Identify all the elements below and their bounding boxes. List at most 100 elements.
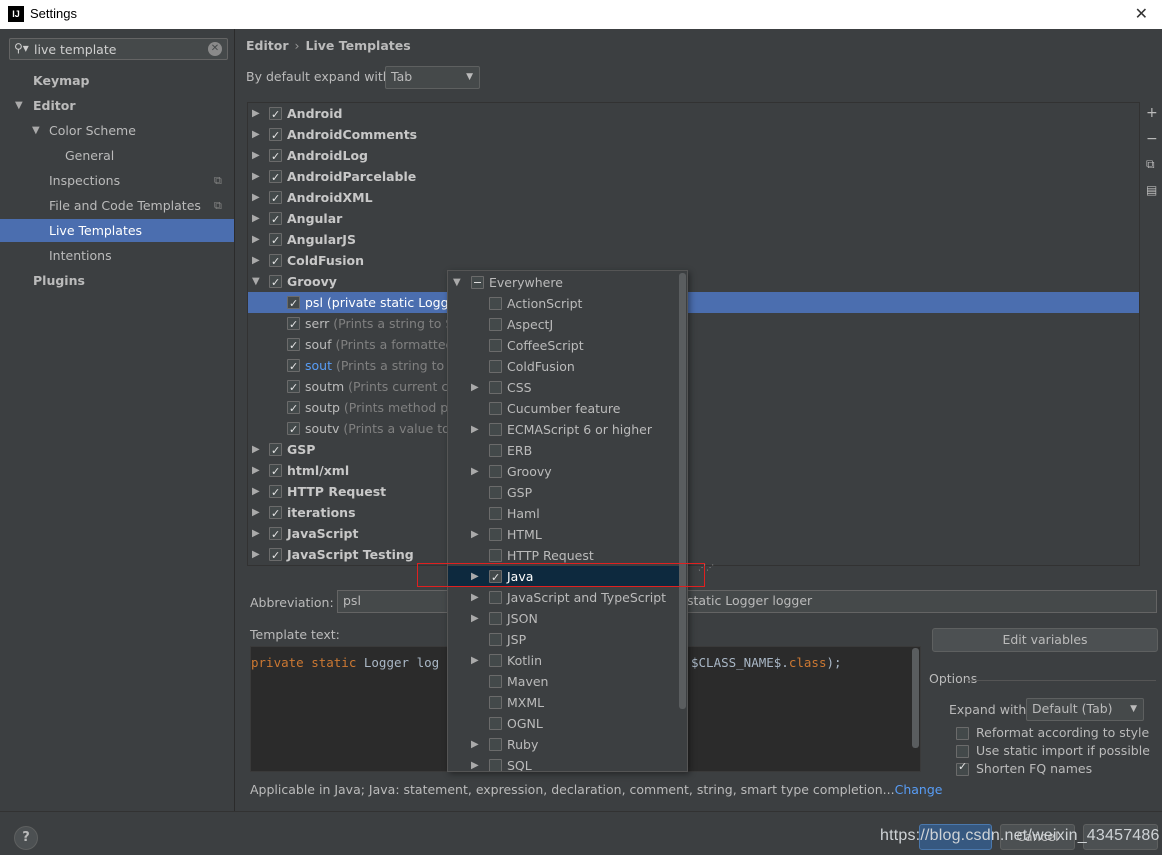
collapsed-arrow-icon[interactable]: ▶ [252,502,260,523]
clear-search-icon[interactable]: ✕ [208,42,222,56]
context-checkbox[interactable] [489,738,502,751]
popup-scrollbar[interactable] [679,273,686,709]
sidebar-item-file-code-templates[interactable]: File and Code Templates ⧉ [0,194,234,217]
template-checkbox[interactable] [287,356,300,377]
template-row[interactable]: soutp (Prints method par [248,397,1128,419]
breadcrumb-parent[interactable]: Editor [246,38,289,53]
context-item[interactable]: ▶ ECMAScript 6 or higher [448,419,680,440]
tree-group-row[interactable]: ▶iterations [248,502,1128,524]
group-checkbox[interactable] [269,146,282,167]
collapsed-arrow-icon[interactable]: ▶ [252,250,260,271]
group-checkbox[interactable] [269,440,282,461]
context-item[interactable]: AspectJ [448,314,680,335]
expanded-arrow-icon[interactable]: ▼ [252,271,260,292]
context-checkbox[interactable] [489,612,502,625]
collapsed-arrow-icon[interactable]: ▶ [252,166,260,187]
context-checkbox[interactable] [489,486,502,499]
change-contexts-link[interactable]: Change [895,782,943,797]
settings-search-input[interactable] [34,40,204,58]
context-item[interactable]: Maven [448,671,680,692]
context-item[interactable]: JSP [448,629,680,650]
tree-group-row[interactable]: ▶JavaScript [248,523,1128,545]
context-item[interactable]: Haml [448,503,680,524]
copy-icon[interactable]: ⧉ [1146,157,1155,172]
context-checkbox[interactable] [489,654,502,667]
sidebar-item-editor[interactable]: ▼ Editor [0,94,234,117]
template-checkbox[interactable] [287,293,300,314]
sidebar-item-intentions[interactable]: Intentions [0,244,234,267]
template-checkbox[interactable] [287,314,300,335]
context-item[interactable]: MXML [448,692,680,713]
expanded-arrow-icon[interactable]: ▼ [453,272,461,293]
context-checkbox[interactable] [489,465,502,478]
collapsed-arrow-icon[interactable]: ▶ [252,523,260,544]
tree-group-row[interactable]: ▶AndroidParcelable [248,166,1128,188]
tree-group-row[interactable]: ▶Android [248,103,1128,125]
context-item[interactable]: ▼ Everywhere [448,272,680,293]
context-item[interactable]: CoffeeScript [448,335,680,356]
group-checkbox[interactable] [269,482,282,503]
shorten-fq-checkbox[interactable] [956,760,969,776]
collapsed-arrow-icon[interactable]: ▶ [252,208,260,229]
tree-group-row[interactable]: ▶AndroidComments [248,124,1128,146]
default-expand-select[interactable]: Tab ▼ [385,66,480,89]
collapsed-arrow-icon[interactable]: ▶ [252,481,260,502]
collapsed-arrow-icon[interactable]: ▶ [471,650,479,671]
collapsed-arrow-icon[interactable]: ▶ [471,734,479,755]
tree-group-row[interactable]: ▶AndroidXML [248,187,1128,209]
expanded-arrow-icon[interactable]: ▼ [32,119,40,142]
context-checkbox[interactable] [489,318,502,331]
sidebar-item-inspections[interactable]: Inspections ⧉ [0,169,234,192]
context-checkbox[interactable] [471,276,484,289]
context-item[interactable]: ▶ JavaScript and TypeScript [448,587,680,608]
group-icon[interactable]: ▤ [1146,183,1157,197]
template-checkbox[interactable] [287,419,300,440]
tree-group-row[interactable]: ▶GSP [248,439,1128,461]
collapsed-arrow-icon[interactable]: ▶ [471,524,479,545]
sidebar-item-general[interactable]: General [0,144,234,167]
collapsed-arrow-icon[interactable]: ▶ [252,544,260,565]
context-item[interactable]: ▶ SQL [448,755,680,771]
context-checkbox[interactable] [489,549,502,562]
sidebar-item-keymap[interactable]: Keymap [0,69,234,92]
add-icon[interactable]: + [1146,105,1158,121]
group-checkbox[interactable] [269,125,282,146]
help-button[interactable]: ? [14,826,38,850]
context-item[interactable]: Cucumber feature [448,398,680,419]
collapsed-arrow-icon[interactable]: ▶ [252,103,260,124]
group-checkbox[interactable] [269,461,282,482]
context-item[interactable]: ▶ JSON [448,608,680,629]
collapsed-arrow-icon[interactable]: ▶ [252,460,260,481]
edit-variables-button[interactable]: Edit variables [932,628,1158,652]
context-checkbox[interactable] [489,402,502,415]
sidebar-item-color-scheme[interactable]: ▼ Color Scheme [0,119,234,142]
group-checkbox[interactable] [269,104,282,125]
expanded-arrow-icon[interactable]: ▼ [15,94,23,117]
context-item[interactable]: ▶ Groovy [448,461,680,482]
collapsed-arrow-icon[interactable]: ▶ [471,587,479,608]
remove-icon[interactable]: − [1146,131,1158,147]
template-checkbox[interactable] [287,377,300,398]
collapsed-arrow-icon[interactable]: ▶ [471,377,479,398]
close-icon[interactable]: ✕ [1135,4,1148,24]
template-checkbox[interactable] [287,398,300,419]
context-item[interactable]: GSP [448,482,680,503]
group-checkbox[interactable] [269,524,282,545]
context-checkbox[interactable] [489,717,502,730]
context-checkbox[interactable] [489,381,502,394]
group-checkbox[interactable] [269,230,282,251]
context-item[interactable]: ▶ Kotlin [448,650,680,671]
template-row[interactable]: soutm (Prints current clas [248,376,1128,398]
context-checkbox[interactable] [489,507,502,520]
collapsed-arrow-icon[interactable]: ▶ [471,419,479,440]
context-checkbox[interactable] [489,423,502,436]
context-item[interactable]: ColdFusion [448,356,680,377]
collapsed-arrow-icon[interactable]: ▶ [471,461,479,482]
group-checkbox[interactable] [269,209,282,230]
template-row[interactable]: serr (Prints a string to Sy [248,313,1128,335]
tree-group-row[interactable]: ▶Angular [248,208,1128,230]
tree-group-row[interactable]: ▶ColdFusion [248,250,1128,272]
abbreviation-input[interactable]: psl [337,590,457,613]
static-import-checkbox[interactable] [956,745,969,758]
context-checkbox[interactable] [489,339,502,352]
